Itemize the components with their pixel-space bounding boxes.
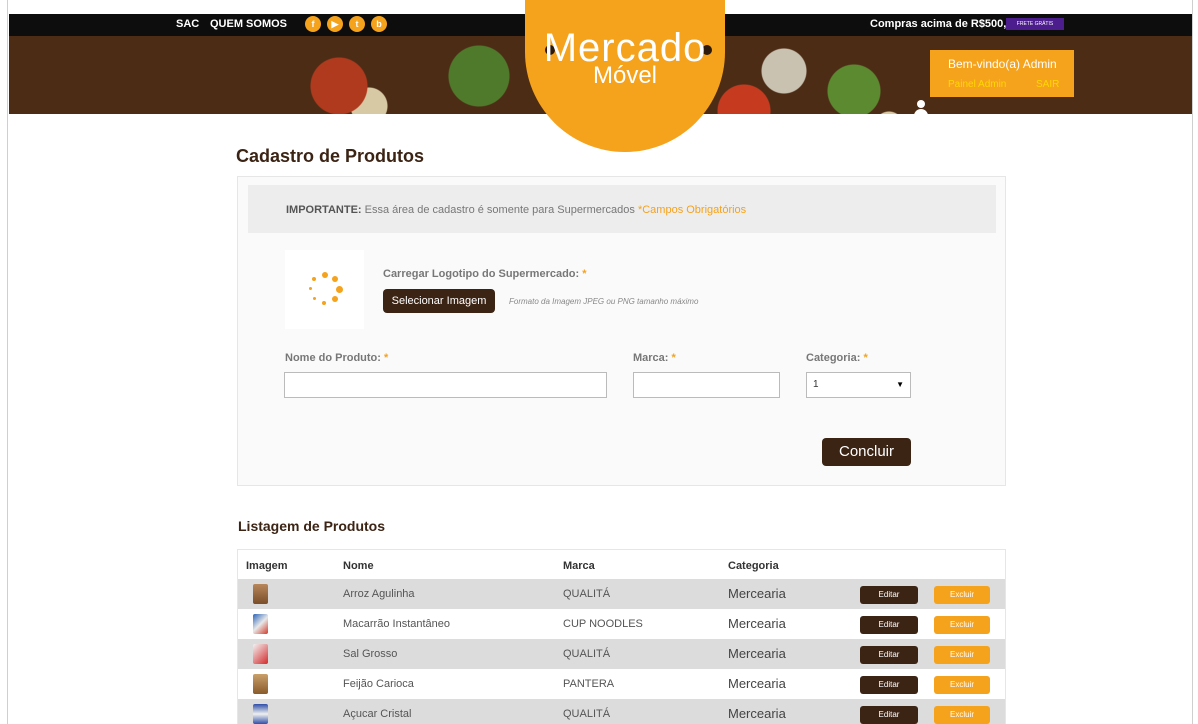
blogger-icon[interactable]: b <box>371 16 387 32</box>
promo-text: Compras acima de R$500,00 <box>870 18 1019 30</box>
products-table: Imagem Nome Marca Categoria Arroz Agulin… <box>237 549 1006 724</box>
product-brand: PANTERA <box>563 678 615 690</box>
product-thumbnail <box>253 614 268 634</box>
table-row: Feijão Carioca PANTERA Mercearia Editar … <box>238 669 1005 699</box>
free-shipping-badge: FRETE GRÁTIS <box>1006 18 1064 30</box>
delete-button[interactable]: Excluir <box>934 676 990 694</box>
product-category: Mercearia <box>728 646 786 661</box>
facebook-icon[interactable]: f <box>305 16 321 32</box>
product-name: Macarrão Instantâneo <box>343 618 451 630</box>
header-image: Imagem <box>246 560 288 572</box>
product-thumbnail <box>253 584 268 604</box>
window-frame-right <box>1192 0 1198 724</box>
window-frame-left <box>0 0 8 724</box>
product-brand: QUALITÁ <box>563 708 611 720</box>
delete-button[interactable]: Excluir <box>934 616 990 634</box>
user-icon[interactable] <box>913 100 929 118</box>
product-brand: CUP NOODLES <box>563 618 643 630</box>
product-name-label: Nome do Produto: * <box>285 352 389 364</box>
edit-button[interactable]: Editar <box>860 676 918 694</box>
notice-strong: IMPORTANTE: <box>286 204 362 216</box>
user-welcome-box: Bem-vindo(a) Admin Painel Admin SAIR <box>930 50 1074 97</box>
product-category: Mercearia <box>728 586 786 601</box>
list-title: Listagem de Produtos <box>238 518 386 534</box>
table-row: Macarrão Instantâneo CUP NOODLES Mercear… <box>238 609 1005 639</box>
product-name: Sal Grosso <box>343 648 398 660</box>
edit-button[interactable]: Editar <box>860 646 918 664</box>
product-name: Feijão Carioca <box>343 678 414 690</box>
table-row: Açucar Cristal QUALITÁ Mercearia Editar … <box>238 699 1005 724</box>
brand-label: Marca: * <box>633 352 676 364</box>
category-value: 1 <box>813 379 819 390</box>
format-hint: Formato da Imagem JPEG ou PNG tamanho má… <box>509 297 699 306</box>
product-thumbnail <box>253 704 268 724</box>
product-category: Mercearia <box>728 676 786 691</box>
mercado-movel-logo[interactable]: Mercado Móvel <box>525 0 725 152</box>
product-thumbnail <box>253 674 268 694</box>
edit-button[interactable]: Editar <box>860 706 918 724</box>
product-name: Arroz Agulinha <box>343 588 415 600</box>
header-name: Nome <box>343 560 374 572</box>
category-select[interactable]: 1 ▼ <box>806 372 911 398</box>
category-label: Categoria: * <box>806 352 868 364</box>
product-name: Açucar Cristal <box>343 708 412 720</box>
table-row: Sal Grosso QUALITÁ Mercearia Editar Excl… <box>238 639 1005 669</box>
youtube-icon[interactable]: ▶ <box>327 16 343 32</box>
logo-line-2: Móvel <box>592 62 658 89</box>
delete-button[interactable]: Excluir <box>934 586 990 604</box>
notice-body: Essa área de cadastro é somente para Sup… <box>361 204 638 216</box>
sac-link[interactable]: SAC <box>176 18 199 30</box>
welcome-text: Bem-vindo(a) Admin <box>948 57 1057 71</box>
logout-link[interactable]: SAIR <box>1036 79 1059 90</box>
quem-somos-link[interactable]: QUEM SOMOS <box>210 18 287 30</box>
submit-button[interactable]: Concluir <box>822 438 911 466</box>
notice-box: IMPORTANTE: Essa área de cadastro é some… <box>248 185 996 233</box>
delete-button[interactable]: Excluir <box>934 646 990 664</box>
product-category: Mercearia <box>728 616 786 631</box>
product-brand: QUALITÁ <box>563 648 611 660</box>
notice-text: IMPORTANTE: Essa área de cadastro é some… <box>286 204 746 216</box>
required-note: *Campos Obrigatórios <box>637 204 747 216</box>
table-row: Arroz Agulinha QUALITÁ Mercearia Editar … <box>238 579 1005 609</box>
page-title: Cadastro de Produtos <box>236 146 425 166</box>
product-brand: QUALITÁ <box>563 588 611 600</box>
header-category: Categoria <box>728 560 779 572</box>
admin-panel-link[interactable]: Painel Admin <box>948 79 1006 90</box>
twitter-icon[interactable]: t <box>349 16 365 32</box>
product-thumbnail <box>253 644 268 664</box>
loading-spinner-icon <box>307 272 343 308</box>
select-image-button[interactable]: Selecionar Imagem <box>383 289 495 313</box>
edit-button[interactable]: Editar <box>860 586 918 604</box>
logo-upload-label: Carregar Logotipo do Supermercado: * <box>383 268 587 280</box>
header-brand: Marca <box>563 560 595 572</box>
brand-input[interactable] <box>633 372 780 398</box>
dropdown-arrow-icon: ▼ <box>896 380 904 389</box>
product-name-input[interactable] <box>284 372 607 398</box>
delete-button[interactable]: Excluir <box>934 706 990 724</box>
edit-button[interactable]: Editar <box>860 616 918 634</box>
product-category: Mercearia <box>728 706 786 721</box>
